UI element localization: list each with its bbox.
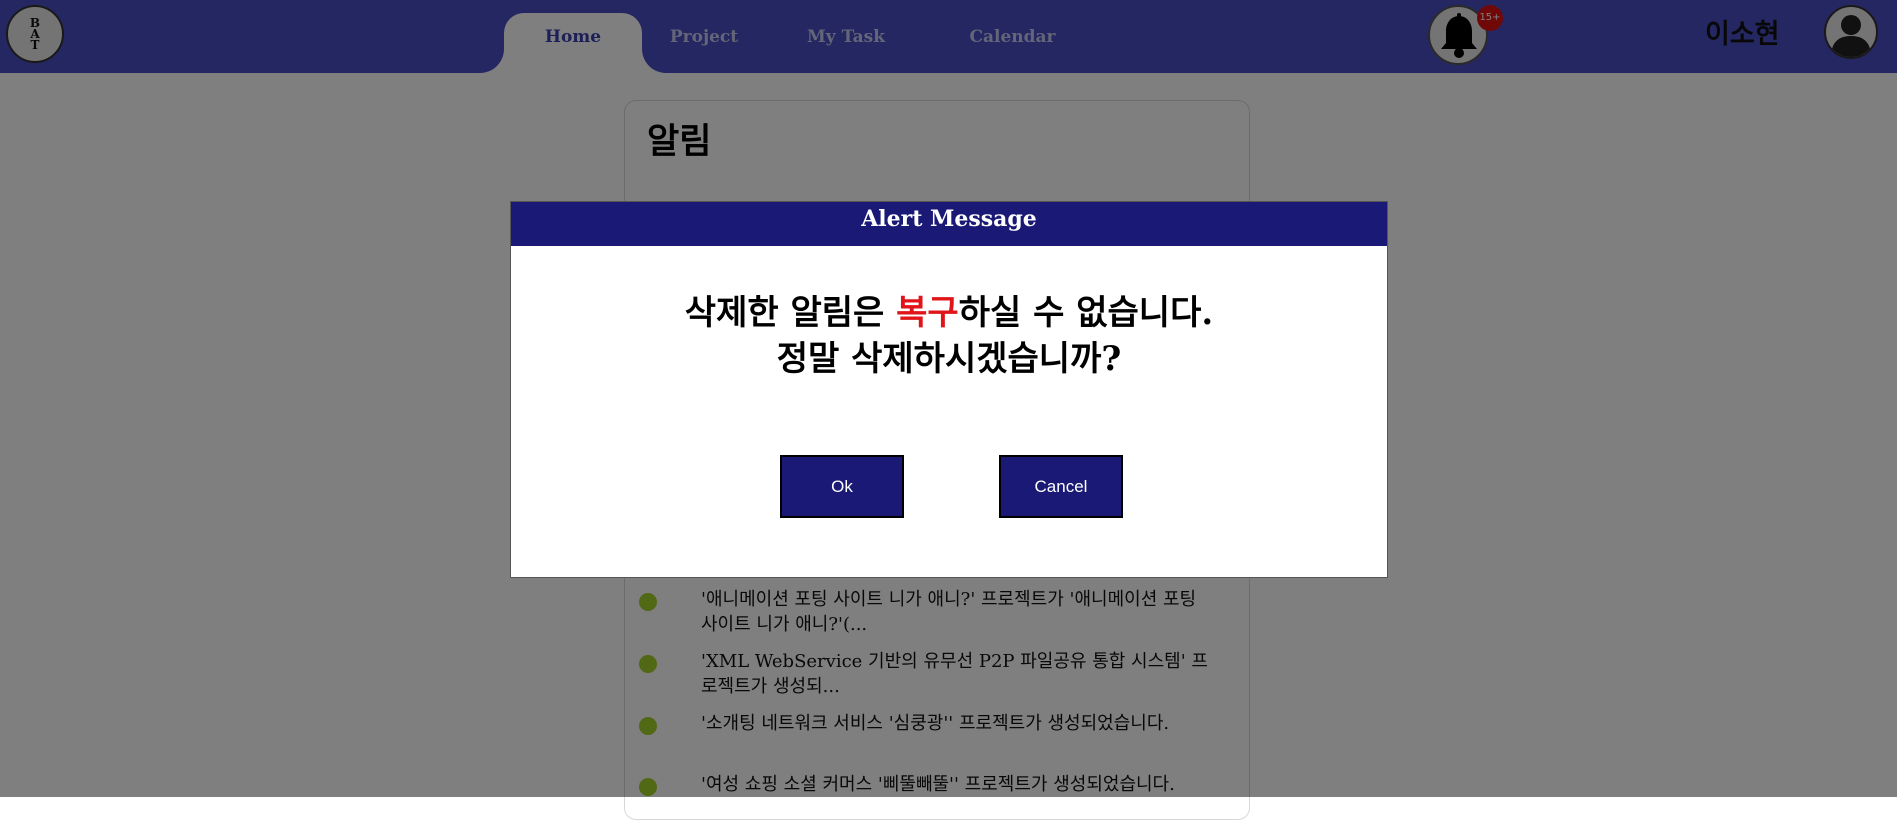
alert-dialog-title: Alert Message xyxy=(511,202,1387,246)
alert-message-emphasis: 복구 xyxy=(896,293,959,333)
alert-message-line-2: 정말 삭제하시겠습니까? xyxy=(776,339,1122,379)
alert-message-text: 삭제한 알림은 xyxy=(684,293,897,333)
cancel-button[interactable]: Cancel xyxy=(999,455,1123,518)
alert-message-line-1: 삭제한 알림은 복구하실 수 없습니다. xyxy=(511,290,1387,336)
alert-message-text: 하실 수 없습니다. xyxy=(958,293,1214,333)
alert-message: 삭제한 알림은 복구하실 수 없습니다. 정말 삭제하시겠습니까? xyxy=(511,290,1387,382)
alert-dialog: Alert Message 삭제한 알림은 복구하실 수 없습니다. 정말 삭제… xyxy=(510,201,1388,578)
ok-button[interactable]: Ok xyxy=(780,455,904,518)
